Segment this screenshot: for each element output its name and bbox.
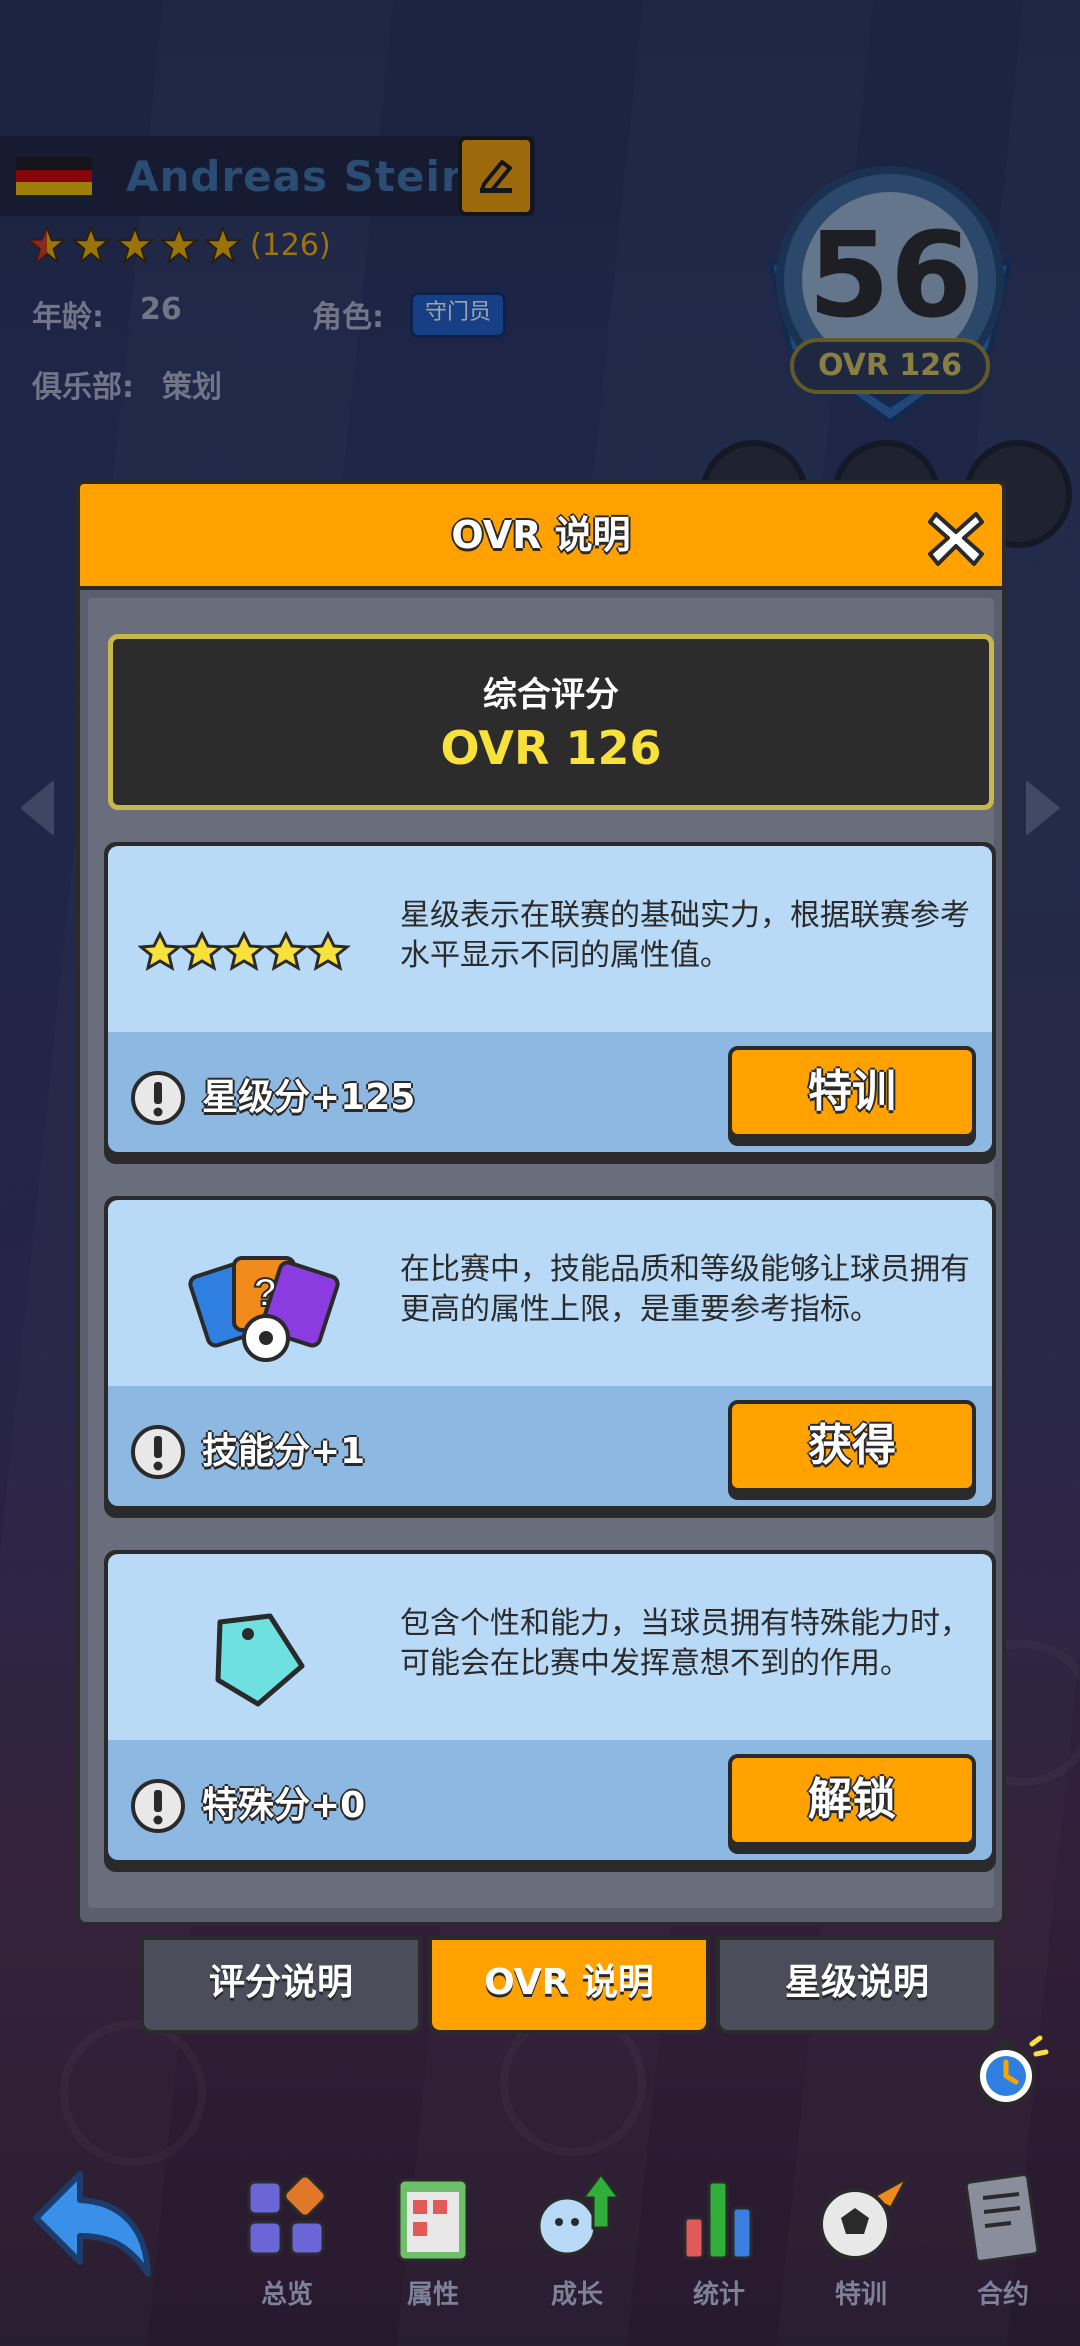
explanation-tabs: 评分说明 OVR 说明 星级说明 bbox=[140, 1936, 1004, 2034]
card-description: 星级表示在联赛的基础实力，根据联赛参考水平显示不同的属性值。 bbox=[400, 898, 970, 973]
nav-item-stats[interactable]: 统计 bbox=[654, 2168, 784, 2328]
special-score-card: 包含个性和能力，当球员拥有特殊能力时，可能会在比赛中发挥意想不到的作用。 特殊分… bbox=[104, 1550, 996, 1872]
modal-body: 综合评分 OVR 126 星级表示在联赛的基础实力，根据联赛参考水平显示不同的属… bbox=[76, 590, 1006, 1926]
skill-score-text: 技能分+1 bbox=[202, 1431, 366, 1472]
exclamation-icon bbox=[131, 1779, 185, 1833]
nav-label: 成长 bbox=[550, 2280, 603, 2310]
modal-header: OVR 说明 bbox=[76, 480, 1006, 590]
attributes-icon bbox=[397, 2178, 469, 2262]
card-top: 星级表示在联赛的基础实力，根据联赛参考水平显示不同的属性值。 bbox=[108, 846, 992, 1032]
growth-icon bbox=[537, 2171, 622, 2256]
nav-label: 合约 bbox=[976, 2280, 1029, 2310]
nav-item-growth[interactable]: 成长 bbox=[512, 2168, 642, 2328]
overall-rating-box: 综合评分 OVR 126 bbox=[108, 634, 994, 810]
overview-icon bbox=[247, 2174, 327, 2256]
tab-ovr-explanation[interactable]: OVR 说明 bbox=[428, 1936, 710, 2034]
five-stars-icon bbox=[138, 930, 351, 972]
exclamation-icon bbox=[131, 1071, 185, 1125]
close-icon[interactable] bbox=[926, 508, 986, 568]
unlock-button[interactable]: 解锁 bbox=[728, 1754, 976, 1846]
back-arrow-icon[interactable] bbox=[30, 2166, 160, 2286]
nav-item-attributes[interactable]: 属性 bbox=[368, 2168, 498, 2328]
nav-label: 属性 bbox=[406, 2280, 459, 2310]
card-description: 在比赛中，技能品质和等级能够让球员拥有更高的属性上限，是重要参考指标。 bbox=[400, 1252, 970, 1327]
obtain-button[interactable]: 获得 bbox=[728, 1400, 976, 1492]
card-bottom: 星级分+125 特训 bbox=[108, 1032, 992, 1152]
ovr-modal: OVR 说明 综合评分 OVR 126 星级表示在联赛的基础实力，根据联赛参考水… bbox=[76, 480, 1006, 1930]
card-description: 包含个性和能力，当球员拥有特殊能力时，可能会在比赛中发挥意想不到的作用。 bbox=[400, 1606, 970, 1681]
stopwatch-icon[interactable] bbox=[970, 2030, 1050, 2110]
skill-cards-icon: ? bbox=[188, 1256, 340, 1362]
overall-value: OVR 126 bbox=[440, 721, 662, 775]
stats-icon bbox=[683, 2180, 753, 2260]
card-bottom: 技能分+1 获得 bbox=[108, 1386, 992, 1506]
modal-content: 综合评分 OVR 126 星级表示在联赛的基础实力，根据联赛参考水平显示不同的属… bbox=[88, 598, 996, 1908]
svg-text:?: ? bbox=[253, 1271, 277, 1315]
tab-star-explanation[interactable]: 星级说明 bbox=[716, 1936, 998, 2034]
nav-item-overview[interactable]: 总览 bbox=[222, 2168, 352, 2328]
nav-item-training[interactable]: 特训 bbox=[796, 2168, 926, 2328]
nav-label: 统计 bbox=[692, 2280, 745, 2310]
overall-label: 综合评分 bbox=[483, 675, 619, 715]
star-score-text: 星级分+125 bbox=[202, 1077, 416, 1118]
star-score-card: 星级表示在联赛的基础实力，根据联赛参考水平显示不同的属性值。 星级分+125 特… bbox=[104, 842, 996, 1164]
nav-label: 总览 bbox=[260, 2280, 313, 2310]
contract-icon bbox=[964, 2173, 1040, 2263]
skill-score-card: ? 在比赛中，技能品质和等级能够让球员拥有更高的属性上限，是重要参考指标。 技能… bbox=[104, 1196, 996, 1518]
card-bottom: 特殊分+0 解锁 bbox=[108, 1740, 992, 1860]
nav-item-contract[interactable]: 合约 bbox=[938, 2168, 1068, 2328]
card-top: 包含个性和能力，当球员拥有特殊能力时，可能会在比赛中发挥意想不到的作用。 bbox=[108, 1554, 992, 1740]
nav-label: 特训 bbox=[834, 2280, 887, 2310]
train-button[interactable]: 特训 bbox=[728, 1046, 976, 1138]
tab-score-explanation[interactable]: 评分说明 bbox=[140, 1936, 422, 2034]
card-top: ? 在比赛中，技能品质和等级能够让球员拥有更高的属性上限，是重要参考指标。 bbox=[108, 1200, 992, 1386]
bottom-nav: 总览 属性 成长 统计 特训 合约 bbox=[0, 2150, 1080, 2346]
modal-title: OVR 说明 bbox=[451, 513, 631, 557]
training-icon bbox=[819, 2174, 911, 2260]
tag-icon bbox=[215, 1613, 305, 1707]
special-score-text: 特殊分+0 bbox=[202, 1785, 366, 1826]
exclamation-icon bbox=[131, 1425, 185, 1479]
